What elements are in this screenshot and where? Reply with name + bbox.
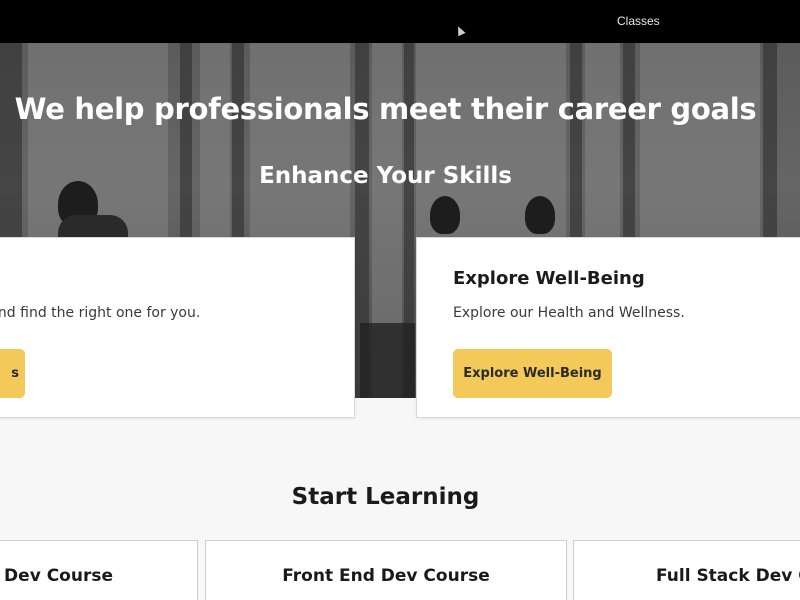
hero-title: We help professionals meet their career … — [14, 92, 757, 126]
page: Classes We help professionals meet their… — [0, 0, 800, 600]
card-description: es and find the right one for you. — [0, 305, 201, 321]
nav-link-classes[interactable]: Classes — [617, 14, 660, 28]
course-title: d Dev Course — [0, 566, 113, 586]
course-card-full-stack[interactable]: Full Stack Dev C — [573, 540, 800, 600]
course-card-back-end[interactable]: d Dev Course — [0, 540, 198, 600]
chair-image — [360, 323, 415, 398]
card-title: Explore Well-Being — [453, 268, 645, 289]
course-title: Full Stack Dev C — [656, 566, 800, 586]
top-nav-bar: Classes — [0, 0, 800, 43]
person-image — [430, 196, 460, 234]
hero-subtitle: Enhance Your Skills — [259, 163, 512, 189]
feature-card-well-being: Explore Well-Being Explore our Health an… — [416, 237, 800, 418]
person-image — [525, 196, 555, 234]
explore-well-being-button[interactable]: Explore Well-Being — [453, 349, 612, 398]
mouse-cursor-icon — [454, 24, 466, 37]
course-card-front-end[interactable]: Front End Dev Course — [205, 540, 567, 600]
course-title: Front End Dev Course — [282, 566, 490, 586]
start-learning-title: Start Learning — [291, 484, 480, 510]
explore-classes-button[interactable]: s — [0, 349, 25, 398]
card-description: Explore our Health and Wellness. — [453, 305, 685, 321]
feature-card-classes: es es and find the right one for you. s — [0, 237, 355, 418]
